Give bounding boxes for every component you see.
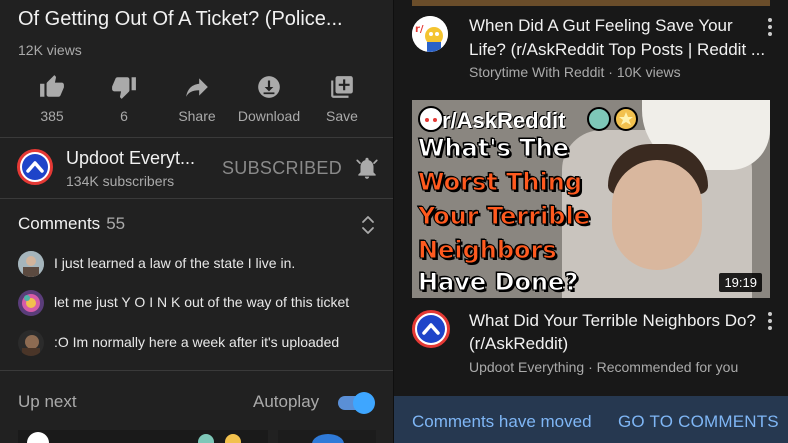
channel-avatar[interactable] xyxy=(17,149,53,185)
thumbnail-text: Have Done? xyxy=(417,268,579,297)
thumbnail-text: Worst Thing xyxy=(417,168,583,197)
channel-avatar[interactable]: r/ xyxy=(412,16,448,52)
related-video-meta: Updoot Everything · Recommended for you xyxy=(469,359,739,375)
dislike-button[interactable]: 6 xyxy=(87,70,161,130)
comment-text: I just learned a law of the state I live… xyxy=(54,255,296,271)
comments-count: 55 xyxy=(106,214,126,233)
thumbs-up-icon xyxy=(40,75,64,97)
up-next-label: Up next xyxy=(18,392,77,411)
download-button[interactable]: Download xyxy=(232,70,306,130)
svg-text:r/: r/ xyxy=(415,24,424,35)
comments-label: Comments xyxy=(18,214,101,233)
save-label: Save xyxy=(326,108,358,124)
upvote-logo-icon xyxy=(422,323,440,335)
share-icon xyxy=(186,78,208,97)
related-video-title[interactable]: What Did Your Terrible Neighbors Do? (r/… xyxy=(469,309,759,355)
banner-message: Comments have moved xyxy=(412,412,592,431)
like-count: 385 xyxy=(40,108,64,124)
thumbnail-text: Neighbors xyxy=(418,236,558,265)
download-label: Download xyxy=(237,108,301,124)
next-video-thumbnail[interactable] xyxy=(278,430,376,443)
reddit-logo-icon xyxy=(418,106,444,132)
thumbnail-subreddit: r/AskReddit xyxy=(442,108,566,133)
video-thumbnail[interactable] xyxy=(412,0,770,6)
comment-text: :O Im normally here a week after it's up… xyxy=(54,334,340,350)
autoplay-label: Autoplay xyxy=(253,392,320,411)
video-title[interactable]: Of Getting Out Of A Ticket? (Police... xyxy=(18,8,343,31)
autoplay-toggle[interactable] xyxy=(338,392,375,414)
commenter-avatar xyxy=(18,251,44,277)
comment-item[interactable]: :O Im normally here a week after it's up… xyxy=(18,329,388,357)
subscribed-button[interactable]: SUBSCRIBED xyxy=(222,158,342,179)
toggle-knob xyxy=(353,392,375,414)
share-button[interactable]: Share xyxy=(160,70,234,130)
channel-row: Updoot Everyt... 134K subscribers SUBSCR… xyxy=(0,138,394,198)
action-bar: 385 6 Share Download Save xyxy=(0,70,394,130)
comments-header[interactable]: Comments 55 xyxy=(18,214,125,234)
next-video-thumbnail[interactable] xyxy=(18,430,268,443)
comment-item[interactable]: I just learned a law of the state I live… xyxy=(18,250,388,278)
comment-text: let me just Y O I N K out of the way of … xyxy=(54,294,350,310)
commenter-avatar xyxy=(18,290,44,316)
add-to-playlist-icon xyxy=(331,76,353,98)
thumbs-down-icon xyxy=(112,77,136,99)
dislike-count: 6 xyxy=(120,108,128,124)
channel-name[interactable]: Updoot Everyt... xyxy=(66,148,195,169)
subscriber-count: 134K subscribers xyxy=(66,173,175,189)
download-icon xyxy=(258,76,280,98)
duration-badge: 19:19 xyxy=(719,273,762,292)
unfold-icon[interactable] xyxy=(360,214,376,236)
upvote-logo-icon xyxy=(26,161,44,173)
comment-item[interactable]: let me just Y O I N K out of the way of … xyxy=(18,289,388,317)
watch-panel: Of Getting Out Of A Ticket? (Police... 1… xyxy=(0,0,394,443)
divider xyxy=(0,370,394,371)
channel-avatar[interactable] xyxy=(412,310,450,348)
share-label: Share xyxy=(178,108,216,124)
like-button[interactable]: 385 xyxy=(15,70,89,130)
video-thumbnail[interactable]: r/AskReddit What's The Worst Thing Your … xyxy=(412,100,770,298)
go-to-comments-button[interactable]: GO TO COMMENTS xyxy=(618,412,779,432)
related-video-meta: Storytime With Reddit · 10K views xyxy=(469,64,681,80)
more-options-icon[interactable] xyxy=(767,18,773,36)
view-count: 12K views xyxy=(18,42,82,58)
save-button[interactable]: Save xyxy=(305,70,379,130)
commenter-avatar xyxy=(18,330,44,356)
more-options-icon[interactable] xyxy=(767,312,773,330)
award-icon xyxy=(587,107,638,131)
related-panel: r/ When Did A Gut Feeling Save Your Life… xyxy=(394,0,788,443)
comments-moved-banner: Comments have moved GO TO COMMENTS xyxy=(394,396,788,443)
notification-bell-icon[interactable] xyxy=(354,155,380,181)
divider xyxy=(0,198,394,199)
thumbnail-text: Your Terrible xyxy=(418,202,591,231)
related-video-title[interactable]: When Did A Gut Feeling Save Your Life? (… xyxy=(469,14,769,62)
thumbnail-text: What's The xyxy=(418,134,570,163)
